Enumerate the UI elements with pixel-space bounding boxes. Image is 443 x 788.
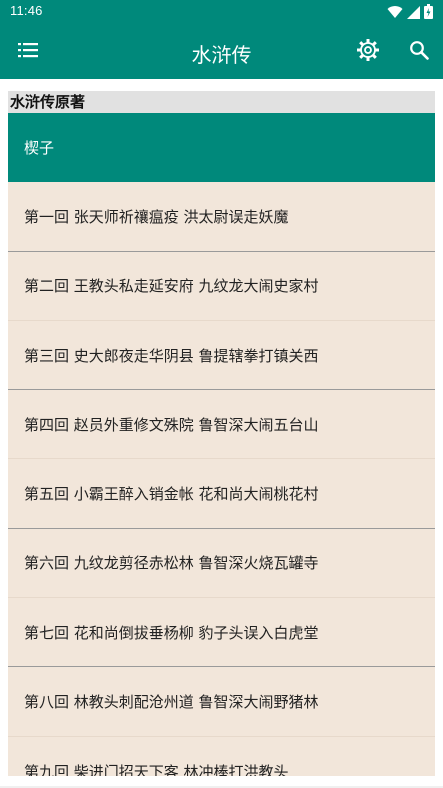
battery-icon [424,4,433,23]
status-time: 11:46 [10,3,43,18]
list-item[interactable]: 第二回 王教头私走延安府 九纹龙大闹史家村 [8,252,435,321]
search-icon [409,40,429,64]
list-item[interactable]: 第四回 赵员外重修文殊院 鲁智深大闹五台山 [8,390,435,460]
list-item[interactable]: 第五回 小霸王醉入销金帐 花和尚大闹桃花村 [8,459,435,529]
wifi-icon [387,4,403,23]
list-item[interactable]: 第八回 林教头刺配沧州道 鲁智深大闹野猪林 [8,667,435,737]
list-item[interactable]: 第六回 九纹龙剪径赤松林 鲁智深火烧瓦罐寺 [8,529,435,599]
list-item[interactable]: 第七回 花和尚倒拔垂杨柳 豹子头误入白虎堂 [8,598,435,668]
section-header: 水浒传原著 [8,91,435,113]
list-item[interactable]: 第一回 张天师祈禳瘟疫 洪太尉误走妖魔 [8,182,435,252]
list-item-selected[interactable]: 楔子 [8,113,435,183]
settings-button[interactable] [353,37,383,67]
status-icons [387,4,433,23]
chapter-list[interactable]: 水浒传原著 楔子 第一回 张天师祈禳瘟疫 洪太尉误走妖魔 第二回 王教头私走延安… [8,91,435,776]
signal-icon [407,4,420,23]
gear-icon [356,38,380,66]
status-bar: 11:46 [0,0,443,25]
search-button[interactable] [404,37,434,67]
app-bar: 水浒传 [0,25,443,79]
list-item[interactable]: 第九回 柴进门招天下客 林冲棒打洪教头 [8,737,435,776]
list-item[interactable]: 第三回 史大郎夜走华阴县 鲁提辖拳打镇关西 [8,321,435,391]
